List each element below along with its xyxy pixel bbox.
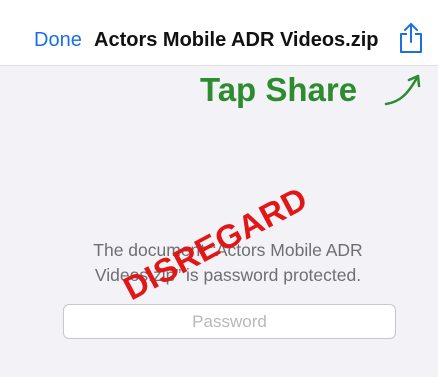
- document-title: Actors Mobile ADR Videos.zip: [94, 29, 379, 51]
- tap-share-annotation: Tap Share: [200, 71, 358, 108]
- share-icon[interactable]: [398, 22, 424, 54]
- curved-arrow-up-right-icon: [384, 74, 421, 106]
- done-button[interactable]: Done: [34, 29, 82, 52]
- navigation-bar: Done Actors Mobile ADR Videos.zip: [0, 0, 438, 66]
- password-protected-message: The document “Actors Mobile ADR Videos.z…: [93, 240, 363, 285]
- password-field[interactable]: [63, 304, 396, 339]
